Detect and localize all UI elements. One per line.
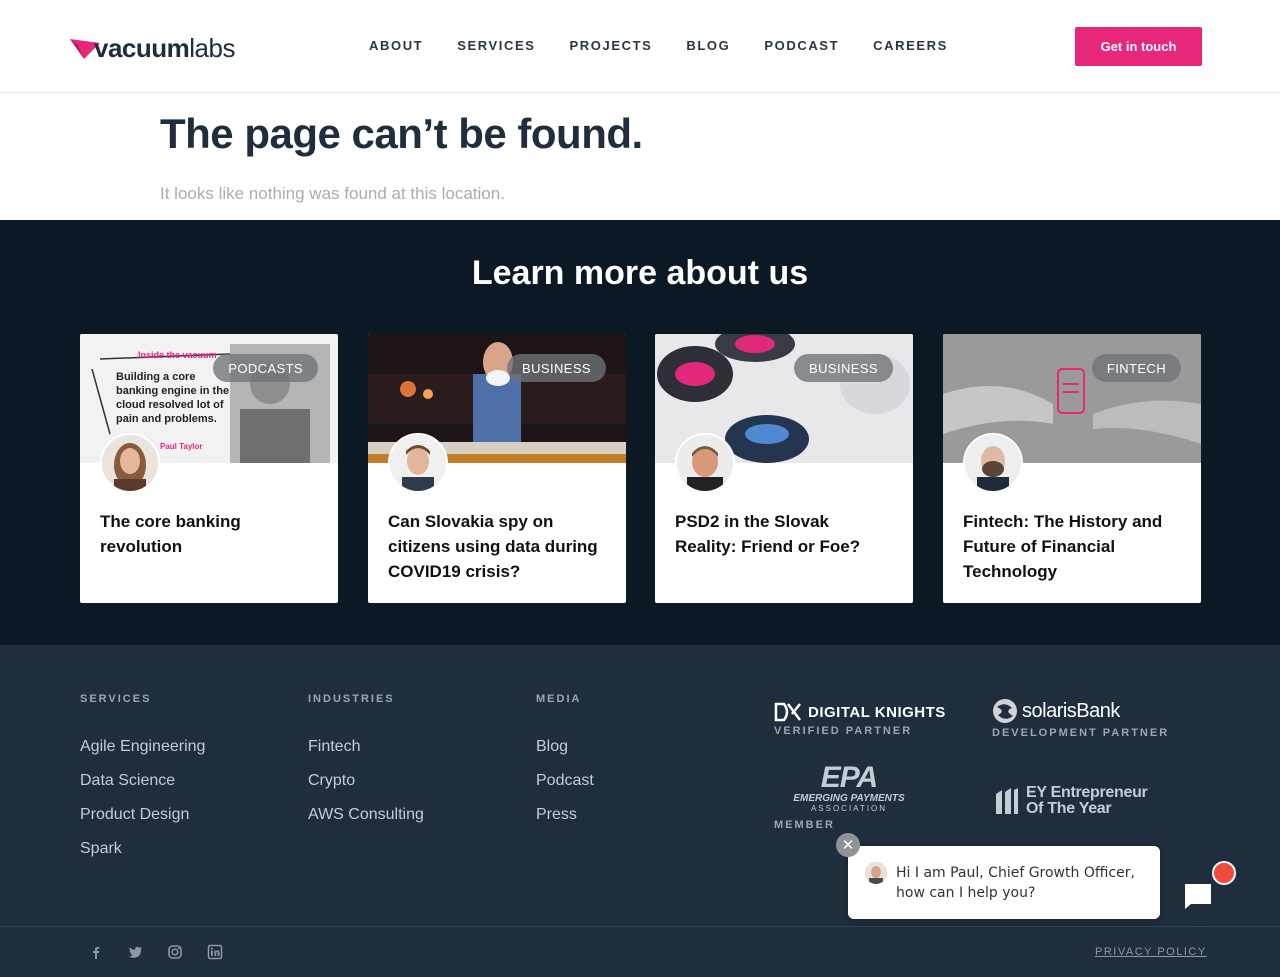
- facebook-icon[interactable]: [88, 944, 104, 960]
- article-card-slovakia-spy[interactable]: BUSINESS Can Slovakia spy on citizens us…: [368, 334, 626, 603]
- learn-more-section: Learn more about us Inside the vacuum Bu…: [0, 220, 1280, 645]
- card-title[interactable]: Fintech: The History and Future of Finan…: [963, 509, 1183, 584]
- get-in-touch-button[interactable]: Get in touch: [1075, 27, 1202, 66]
- nav-careers[interactable]: CAREERS: [873, 38, 948, 53]
- nav-blog[interactable]: BLOG: [686, 38, 730, 53]
- image-text: Inside the vacuum: [138, 350, 217, 360]
- footer-link[interactable]: Data Science: [80, 771, 205, 790]
- card-title[interactable]: The core banking revolution: [100, 509, 320, 559]
- section-title: Learn more about us: [471, 254, 809, 292]
- footer-column-media: MEDIA Blog Podcast Press: [536, 693, 594, 839]
- ey-icon: [996, 788, 1018, 814]
- partner-epa[interactable]: EPA EMERGING PAYMENTS ASSOCIATION MEMBER: [774, 761, 924, 832]
- partner-ey-entrepreneur[interactable]: EY Entrepreneur Of The Year: [994, 785, 1148, 817]
- footer-link[interactable]: Blog: [536, 737, 594, 756]
- partner-solarisbank[interactable]: solarisBank DEVELOPMENT PARTNER: [992, 698, 1169, 739]
- page-title: The page can’t be found.: [160, 110, 643, 157]
- nav-about[interactable]: ABOUT: [369, 38, 423, 53]
- footer-column-services: SERVICES Agile Engineering Data Science …: [80, 693, 205, 873]
- chat-icon: [1185, 884, 1211, 909]
- category-badge[interactable]: PODCASTS: [213, 354, 318, 382]
- card-title[interactable]: PSD2 in the Slovak Reality: Friend or Fo…: [675, 509, 895, 559]
- footer-heading: INDUSTRIES: [308, 693, 395, 705]
- linkedin-icon[interactable]: [207, 944, 223, 960]
- category-badge[interactable]: FINTECH: [1091, 354, 1181, 382]
- author-avatar: [388, 433, 448, 493]
- epa-logo: EPA: [820, 761, 878, 794]
- author-avatar: [963, 433, 1023, 493]
- category-badge[interactable]: BUSINESS: [794, 354, 893, 382]
- footer-link[interactable]: Crypto: [308, 771, 424, 790]
- footer-column-industries: INDUSTRIES Fintech Crypto AWS Consulting: [308, 693, 424, 839]
- logo-text-bold: vacuum: [94, 33, 190, 63]
- footer-link[interactable]: Product Design: [80, 805, 205, 824]
- partner-digital-knights[interactable]: DIGITAL KNIGHTS VERIFIED PARTNER: [774, 702, 946, 737]
- article-card-psd2[interactable]: BUSINESS PSD2 in the Slovak Reality: Fri…: [655, 334, 913, 603]
- article-card-fintech-history[interactable]: FINTECH Fintech: The History and Future …: [943, 334, 1201, 603]
- footer-heading: MEDIA: [536, 693, 582, 705]
- logo-text-light: labs: [189, 33, 235, 63]
- digital-knights-icon: [774, 702, 801, 722]
- vacuumlabs-logo[interactable]: vacuumlabs: [70, 33, 235, 63]
- footer-divider: [0, 926, 1280, 927]
- site-footer: SERVICES Agile Engineering Data Science …: [0, 645, 1280, 977]
- footer-link[interactable]: Press: [536, 805, 594, 824]
- footer-link[interactable]: Podcast: [536, 771, 594, 790]
- main-nav: ABOUT SERVICES PROJECTS BLOG PODCAST CAR…: [352, 38, 965, 53]
- chat-agent-avatar: [865, 862, 887, 884]
- image-author: Paul Taylor: [160, 442, 203, 451]
- article-card-core-banking[interactable]: Inside the vacuum Building a core bankin…: [80, 334, 338, 603]
- site-header: vacuumlabs ABOUT SERVICES PROJECTS BLOG …: [0, 0, 1280, 93]
- card-title[interactable]: Can Slovakia spy on citizens using data …: [388, 509, 608, 584]
- close-icon[interactable]: ✕: [836, 833, 860, 857]
- instagram-icon[interactable]: [167, 944, 183, 960]
- nav-services[interactable]: SERVICES: [457, 38, 535, 53]
- twitter-icon[interactable]: [127, 944, 143, 960]
- footer-heading: SERVICES: [80, 693, 152, 705]
- chat-popup[interactable]: Hi I am Paul, Chief Growth Officer, how …: [848, 846, 1160, 919]
- page-subtitle: It looks like nothing was found at this …: [160, 184, 505, 203]
- nav-podcast[interactable]: PODCAST: [764, 38, 839, 53]
- nav-projects[interactable]: PROJECTS: [570, 38, 653, 53]
- category-badge[interactable]: BUSINESS: [507, 354, 606, 382]
- footer-link[interactable]: Spark: [80, 839, 205, 858]
- notification-badge: [1212, 861, 1236, 885]
- footer-link[interactable]: AWS Consulting: [308, 805, 424, 824]
- author-avatar: [675, 433, 735, 493]
- privacy-policy-link[interactable]: PRIVACY POLICY: [1095, 946, 1207, 958]
- chat-message: Hi I am Paul, Chief Growth Officer, how …: [896, 865, 1135, 901]
- footer-link[interactable]: Fintech: [308, 737, 424, 756]
- footer-link[interactable]: Agile Engineering: [80, 737, 205, 756]
- solarisbank-icon: [993, 699, 1017, 723]
- author-avatar: [100, 433, 160, 493]
